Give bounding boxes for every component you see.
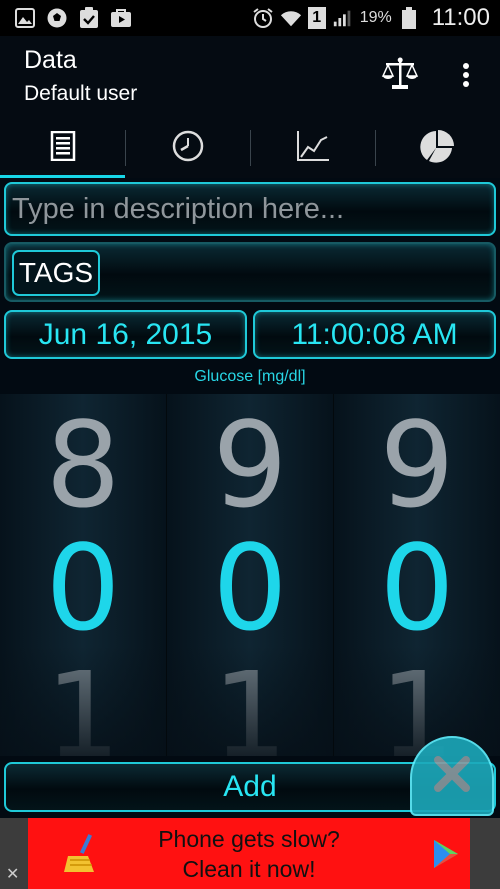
picker-next-digit[interactable]: 1: [167, 656, 333, 756]
description-field: [4, 182, 496, 236]
overflow-menu-icon[interactable]: [452, 58, 480, 98]
soccer-icon: [46, 7, 68, 29]
clipboard-check-icon: [78, 7, 100, 29]
list-icon: [50, 130, 76, 166]
signal-icon: [332, 7, 354, 29]
status-bar: 1 19% 11:00: [0, 0, 500, 36]
picker-next-digit[interactable]: 1: [334, 656, 500, 756]
page-title: Data: [24, 46, 77, 74]
notification-icons: [0, 7, 132, 29]
date-button[interactable]: Jun 16, 2015: [4, 310, 247, 359]
line-chart-icon: [295, 129, 331, 168]
battery-icon: [398, 7, 420, 29]
alarm-icon: [252, 7, 274, 29]
close-icon: [432, 754, 472, 799]
battery-percent: 19%: [359, 9, 392, 26]
picker-current-digit: 0: [212, 519, 288, 657]
measure-label: Glucose [mg/dl]: [194, 368, 306, 385]
clock-icon: [171, 129, 205, 168]
sim-slot-badge: 1: [307, 7, 326, 29]
picker-column-hundreds[interactable]: 8 0 1: [0, 394, 166, 756]
time-button[interactable]: 11:00:08 AM: [253, 310, 496, 359]
picker-prev-digit[interactable]: 8: [0, 406, 166, 524]
tab-statistics[interactable]: [375, 118, 500, 178]
value-picker: 8 0 1 9 0 1 9 0 1: [0, 394, 500, 756]
close-overlay-button[interactable]: [410, 736, 494, 816]
picker-column-ones[interactable]: 9 0 1: [333, 394, 500, 756]
tab-bar: [0, 118, 500, 178]
ad-close-icon[interactable]: ✕: [6, 864, 19, 884]
ad-headline: Phone gets slow?: [158, 825, 340, 852]
gallery-icon: [14, 7, 36, 29]
picker-current-digit: 0: [45, 519, 121, 657]
pie-chart-icon: [419, 128, 456, 169]
picker-next-digit[interactable]: 1: [0, 656, 166, 756]
tab-chart[interactable]: [250, 118, 375, 178]
play-store-icon: [432, 838, 460, 870]
picker-column-tens[interactable]: 9 0 1: [166, 394, 333, 756]
scale-icon[interactable]: [380, 54, 420, 94]
system-icons: 1 19% 11:00: [252, 4, 500, 32]
tags-button[interactable]: TAGS: [12, 250, 100, 296]
user-name: Default user: [24, 82, 138, 105]
picker-prev-digit[interactable]: 9: [167, 406, 333, 524]
ad-banner[interactable]: Phone gets slow? Clean it now!: [28, 818, 470, 889]
picker-prev-digit[interactable]: 9: [334, 406, 500, 524]
ad-subline: Clean it now!: [182, 855, 316, 882]
status-clock: 11:00: [431, 4, 490, 31]
broom-icon: [64, 834, 98, 874]
action-bar: Data Default user: [0, 36, 500, 118]
description-input[interactable]: [6, 184, 494, 234]
picker-current-digit: 0: [379, 519, 455, 657]
play-store-icon: [110, 7, 132, 29]
tab-history[interactable]: [125, 118, 250, 178]
tags-row: TAGS: [4, 242, 496, 302]
wifi-icon: [280, 7, 302, 29]
tab-list[interactable]: [0, 118, 125, 178]
